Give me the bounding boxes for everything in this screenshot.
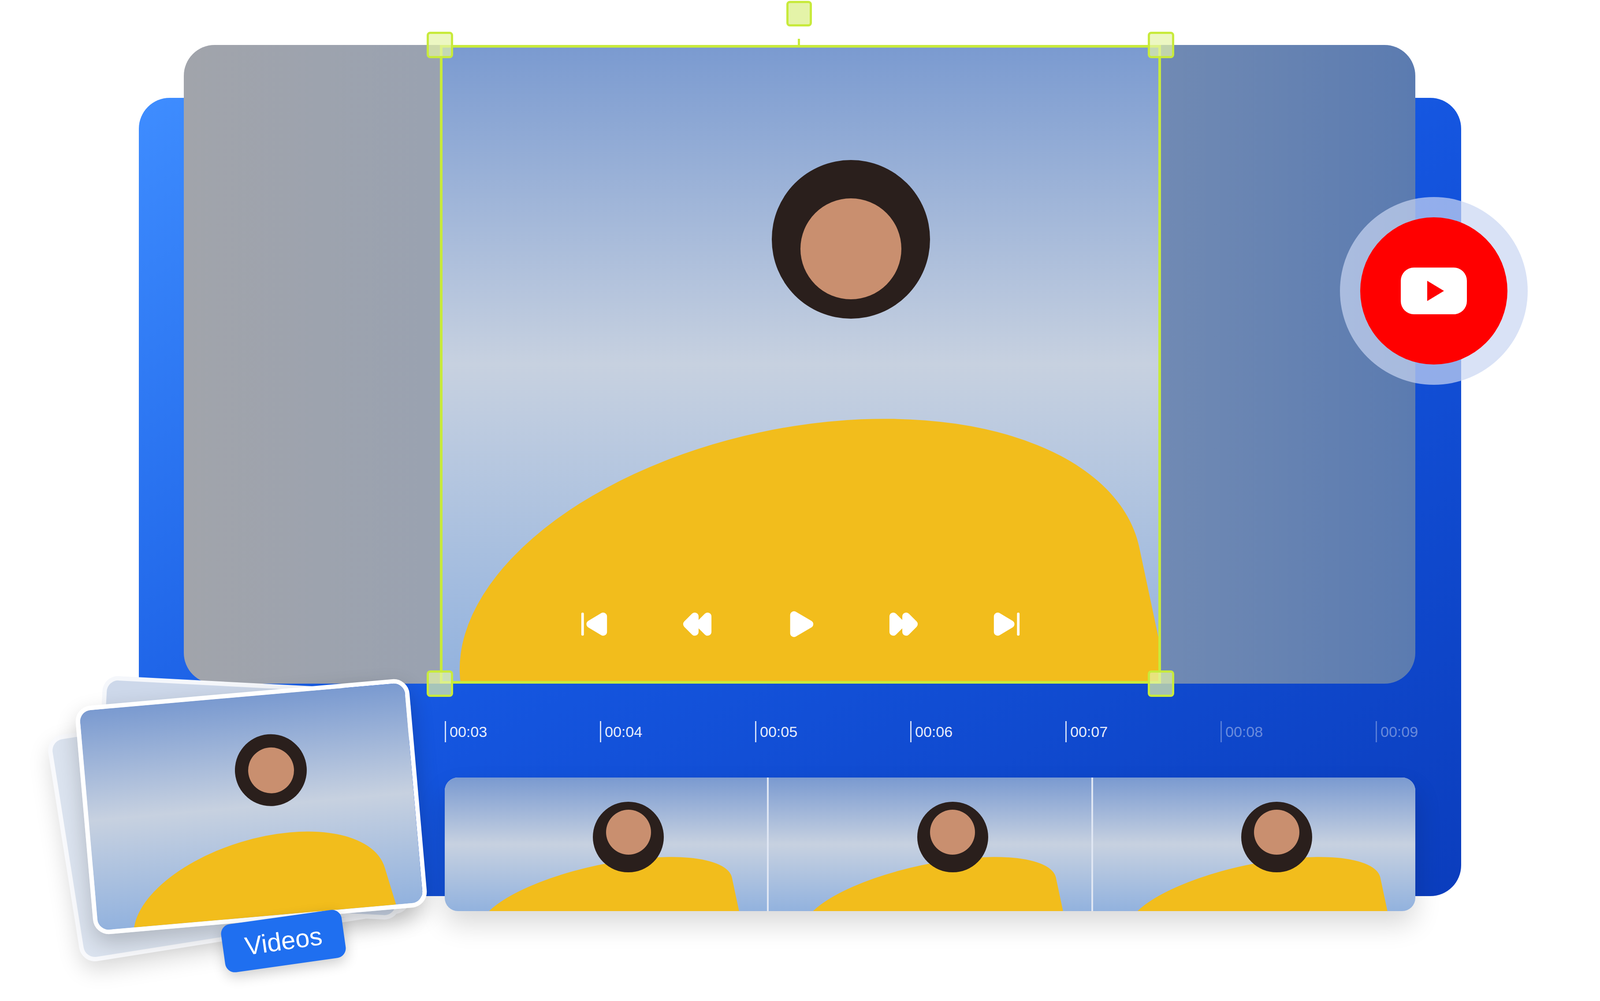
media-stack[interactable]: Videos bbox=[52, 661, 450, 970]
timeline-tick: 00:09 bbox=[1375, 721, 1531, 743]
skip-forward-icon[interactable] bbox=[991, 608, 1023, 640]
rotate-handle-line bbox=[797, 38, 800, 46]
resize-handle[interactable] bbox=[1147, 670, 1175, 697]
rewind-icon[interactable] bbox=[681, 608, 713, 640]
face-shape bbox=[930, 809, 975, 855]
resize-handle[interactable] bbox=[1147, 31, 1175, 59]
playback-controls bbox=[442, 608, 1159, 640]
jacket-shape bbox=[439, 360, 1161, 684]
timeline-tick: 00:03 bbox=[444, 721, 600, 743]
media-thumbnail bbox=[79, 682, 424, 931]
filmstrip-frame bbox=[768, 777, 1091, 912]
timeline-tick: 00:04 bbox=[599, 721, 756, 743]
filmstrip[interactable] bbox=[444, 777, 1416, 912]
fast-forward-icon[interactable] bbox=[888, 608, 920, 640]
canvas: 00:0300:0400:0500:0600:0700:0800:09Video… bbox=[0, 0, 1600, 1001]
timeline-tick: 00:06 bbox=[910, 721, 1066, 743]
play-icon[interactable] bbox=[785, 608, 816, 640]
face-shape bbox=[800, 198, 902, 300]
face-shape bbox=[1253, 809, 1299, 855]
video-frame bbox=[439, 44, 1161, 684]
jacket-shape bbox=[115, 803, 405, 931]
filmstrip-frame bbox=[444, 777, 767, 912]
skip-back-icon[interactable] bbox=[578, 608, 610, 640]
timeline-ruler: 00:0300:0400:0500:0600:0700:0800:09 bbox=[444, 721, 1531, 743]
video-preview bbox=[183, 44, 1416, 684]
youtube-logo-icon bbox=[1400, 267, 1467, 315]
timeline-tick: 00:08 bbox=[1220, 721, 1376, 743]
youtube-icon bbox=[1360, 217, 1508, 365]
media-card-front bbox=[74, 677, 428, 936]
resize-handle[interactable] bbox=[426, 31, 454, 59]
crop-frame[interactable] bbox=[439, 44, 1161, 684]
timeline-tick: 00:07 bbox=[1065, 721, 1221, 743]
filmstrip-frame bbox=[1093, 777, 1416, 912]
face-shape bbox=[606, 809, 652, 855]
rotate-handle[interactable] bbox=[786, 0, 812, 27]
resize-handle[interactable] bbox=[426, 670, 454, 697]
timeline-tick: 00:05 bbox=[755, 721, 911, 743]
youtube-badge bbox=[1339, 197, 1528, 385]
